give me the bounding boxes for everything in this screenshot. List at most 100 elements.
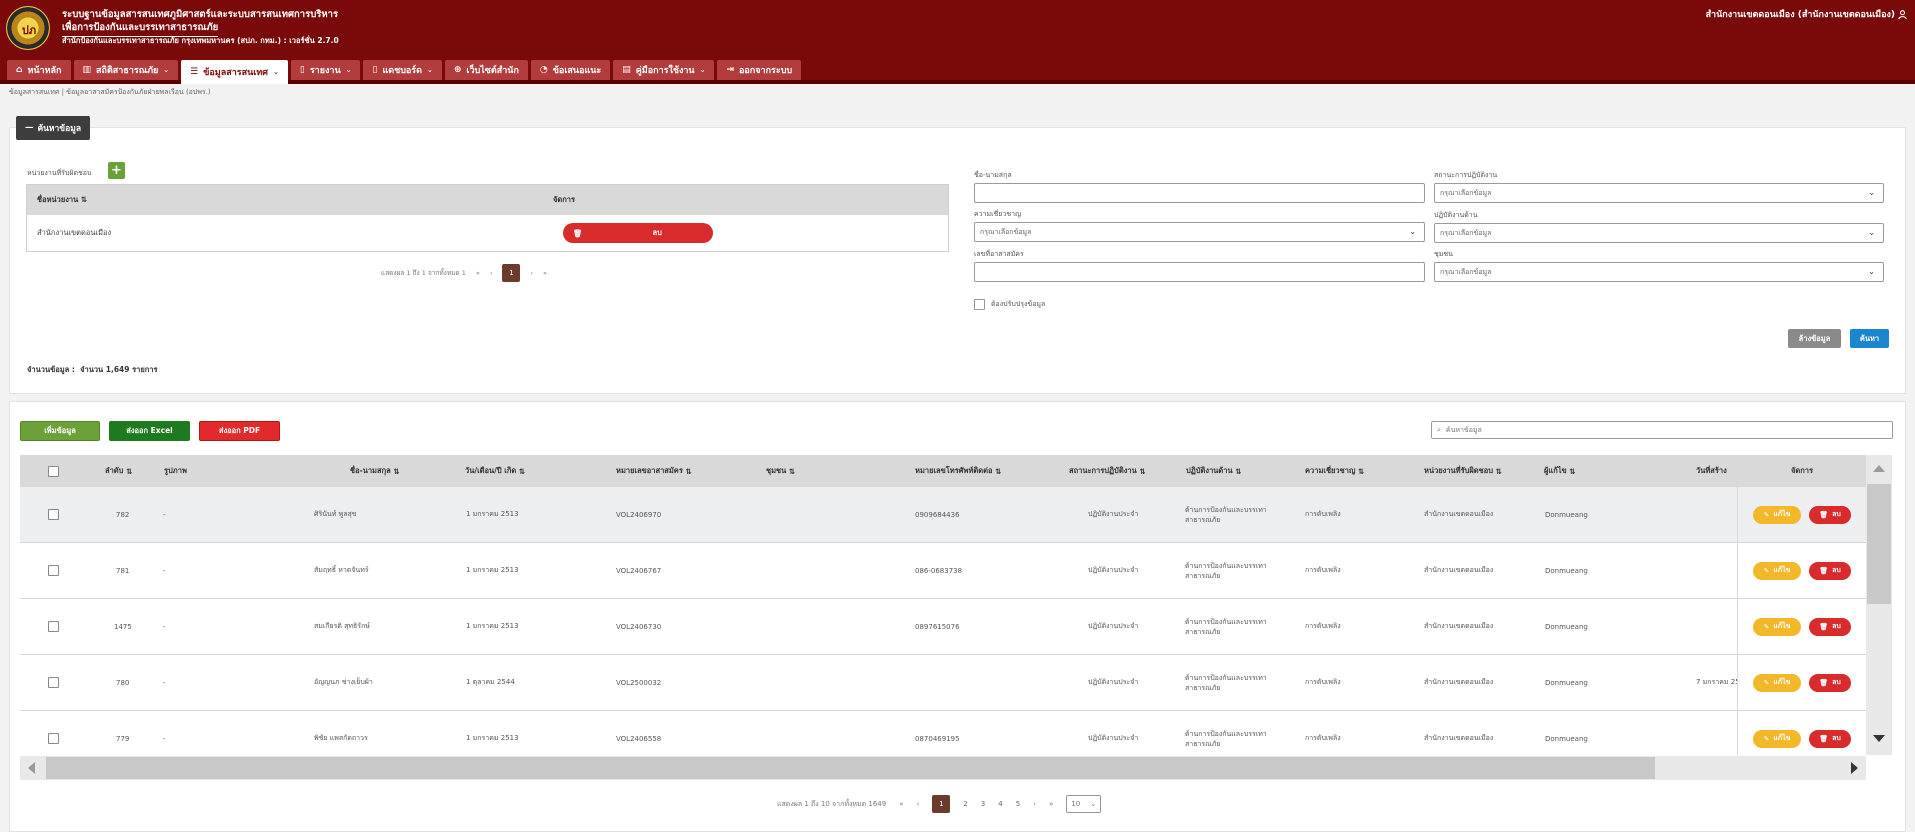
chevron-down-icon: ⌄ xyxy=(699,66,706,74)
sort-icon: ⇅ xyxy=(1495,466,1502,476)
table-search-input[interactable]: ⌕ ค้นหาข้อมูล xyxy=(1431,421,1893,439)
cell-name: อัญญนภ ช่างเย็บผ้า xyxy=(314,678,373,686)
horizontal-scroll-thumb[interactable] xyxy=(46,757,1655,779)
cell-dob: 1 มกราคม 2513 xyxy=(466,510,519,518)
page-button[interactable]: 1 xyxy=(502,264,521,282)
edit-button[interactable]: ✎ แก้ไข xyxy=(1753,505,1801,524)
next-page-icon[interactable]: › xyxy=(1033,800,1036,808)
scroll-left-icon[interactable] xyxy=(28,762,35,774)
col-header-editor[interactable]: ผู้แก้ไข ⇅ xyxy=(1544,455,1576,487)
prev-page-icon[interactable]: ‹ xyxy=(916,800,919,808)
duty-select[interactable]: กรุณาเลือกข้อมูล ⌄ xyxy=(1434,223,1884,243)
search-panel-toggle[interactable]: — ค้นหาข้อมูล xyxy=(16,116,90,140)
prev-page-icon[interactable]: ‹ xyxy=(490,269,493,277)
nav-feedback[interactable]: ◔ ข้อเสนอแนะ xyxy=(530,60,611,80)
name-input[interactable] xyxy=(974,183,1425,203)
page-button-4[interactable]: 4 xyxy=(998,800,1002,808)
row-checkbox[interactable] xyxy=(48,677,59,688)
col-header-status[interactable]: สถานะการปฏิบัติงาน ⇅ xyxy=(1069,455,1146,487)
trash-icon: 🗑 xyxy=(1819,622,1829,631)
row-checkbox[interactable] xyxy=(48,509,59,520)
edit-button[interactable]: ✎ แก้ไข xyxy=(1753,617,1801,636)
cell-agency: สำนักงานเขตดอนเมือง xyxy=(1424,510,1494,518)
pagination-info: แสดงผล 1 ถึง 1 จากทั้งหมด 1 xyxy=(381,269,466,277)
vertical-scrollbar[interactable] xyxy=(1866,455,1892,755)
record-count: จำนวนข้อมูล : จำนวน 1,649 รายการ xyxy=(27,365,158,374)
edit-button[interactable]: ✎ แก้ไข xyxy=(1753,673,1801,692)
horizontal-scrollbar[interactable] xyxy=(20,756,1866,780)
nav-dashboard[interactable]: ▯ แดชบอร์ด ⌄ xyxy=(363,60,442,80)
needs-update-checkbox[interactable] xyxy=(974,299,985,310)
agency-name-header[interactable]: ชื่อหน่วยงาน ⇅ xyxy=(27,194,553,206)
search-button[interactable]: ค้นหา xyxy=(1850,329,1889,348)
add-record-button[interactable]: เพิ่มข้อมูล xyxy=(20,421,100,441)
delete-button[interactable]: 🗑 ลบ xyxy=(1809,561,1851,580)
user-menu[interactable]: สำนักงานเขตดอนเมือง (สำนักงานเขตดอนเมือง… xyxy=(1706,7,1907,21)
status-select[interactable]: กรุณาเลือกข้อมูล ⌄ xyxy=(1434,183,1884,203)
sort-icon: ⇅ xyxy=(80,195,88,204)
volunteer-table: ลำดับ ⇅ รูปภาพ ชื่อ-นามสกุล ⇅ วัน/เดือน/… xyxy=(20,455,1866,755)
page-button-3[interactable]: 3 xyxy=(981,800,985,808)
edit-button[interactable]: ✎ แก้ไข xyxy=(1753,561,1801,580)
delete-button[interactable]: 🗑 ลบ xyxy=(1809,729,1851,748)
table-row[interactable]: 780 - อัญญนภ ช่างเย็บผ้า 1 ตุลาคม 2544 V… xyxy=(20,655,1866,711)
chevron-down-icon: ⌄ xyxy=(345,66,352,74)
nav-website[interactable]: ⊕ เว็บไซต์สำนัก xyxy=(444,60,528,80)
nav-information[interactable]: ☰ ข้อมูลสารสนเทศ ⌄ xyxy=(181,60,288,84)
nav-home[interactable]: ⌂ หน้าหลัก xyxy=(7,60,71,80)
sort-icon: ⇅ xyxy=(518,466,526,476)
edit-button[interactable]: ✎ แก้ไข xyxy=(1753,729,1801,748)
first-page-icon[interactable]: « xyxy=(476,269,480,277)
col-header-volunteer-no[interactable]: หมายเลขอาสาสมัคร ⇅ xyxy=(616,455,692,487)
delete-button[interactable]: 🗑 ลบ xyxy=(1809,617,1851,636)
delete-button[interactable]: 🗑 ลบ xyxy=(1809,505,1851,524)
community-select[interactable]: กรุณาเลือกข้อมูล ⌄ xyxy=(1434,262,1884,282)
clear-button[interactable]: ล้างข้อมูล xyxy=(1788,329,1841,348)
last-page-icon[interactable]: » xyxy=(1049,800,1053,808)
table-row[interactable]: 1475 - สมเกียรติ สุทธิรักษ์ 1 มกราคม 251… xyxy=(20,599,1866,655)
col-header-name[interactable]: ชื่อ-นามสกุล ⇅ xyxy=(350,455,400,487)
remove-agency-button[interactable]: 🗑 ลบ xyxy=(563,223,713,243)
col-header-duty[interactable]: ปฏิบัติงานด้าน ⇅ xyxy=(1186,455,1242,487)
table-row[interactable]: 782 - ศิรินันท์ พูลสุข 1 มกราคม 2513 VOL… xyxy=(20,487,1866,543)
row-checkbox[interactable] xyxy=(48,621,59,632)
page-button-2[interactable]: 2 xyxy=(963,800,967,808)
col-header-no[interactable]: ลำดับ ⇅ xyxy=(105,455,132,487)
scroll-up-icon[interactable] xyxy=(1873,465,1885,472)
export-pdf-button[interactable]: ส่งออก PDF xyxy=(199,421,280,441)
row-checkbox[interactable] xyxy=(48,565,59,576)
first-page-icon[interactable]: « xyxy=(899,800,903,808)
scroll-down-icon[interactable] xyxy=(1873,735,1885,742)
needs-update-label: ต้องปรับปรุงข้อมูล xyxy=(991,300,1046,308)
page-button-1[interactable]: 1 xyxy=(932,795,951,813)
nav-disaster-stats[interactable]: ▥ สถิติสาธารณภัย ⌄ xyxy=(73,60,179,80)
last-page-icon[interactable]: » xyxy=(543,269,547,277)
export-excel-button[interactable]: ส่งออก Excel xyxy=(109,421,190,441)
select-all-checkbox[interactable] xyxy=(48,465,59,477)
cell-expertise: การดับเพลิง xyxy=(1305,510,1341,518)
nav-logout[interactable]: ⇥ ออกจากระบบ xyxy=(717,60,802,80)
next-page-icon[interactable]: › xyxy=(530,269,533,277)
table-row[interactable]: 781 - สัมฤทธิ์ หาดจันทร์ 1 มกราคม 2513 V… xyxy=(20,543,1866,599)
volunteer-no-input[interactable] xyxy=(974,262,1425,282)
page-button-5[interactable]: 5 xyxy=(1016,800,1020,808)
file-icon: ▯ xyxy=(372,65,378,75)
scroll-right-icon[interactable] xyxy=(1851,762,1858,774)
expertise-select[interactable]: กรุณาเลือกข้อมูล ⌄ xyxy=(974,222,1425,242)
col-header-agency[interactable]: หน่วยงานที่รับผิดชอบ ⇅ xyxy=(1424,455,1502,487)
table-row[interactable]: 779 - พิชัย แพสกัดถาวร 1 มกราคม 2513 VOL… xyxy=(20,711,1866,755)
chevron-down-icon: ⌄ xyxy=(427,66,433,74)
col-header-created[interactable]: วันที่สร้าง xyxy=(1696,455,1727,487)
vertical-scroll-thumb[interactable] xyxy=(1867,484,1891,604)
row-checkbox[interactable] xyxy=(48,733,59,744)
nav-manual[interactable]: ▤ คู่มือการใช้งาน ⌄ xyxy=(613,60,715,80)
col-header-dob[interactable]: วัน/เดือน/ปี เกิด ⇅ xyxy=(465,455,525,487)
col-header-community[interactable]: ชุมชน ⇅ xyxy=(766,455,795,487)
add-agency-button[interactable]: + xyxy=(108,162,125,179)
page-size-select[interactable]: 10 ⌄ xyxy=(1066,795,1102,813)
col-header-expertise[interactable]: ความเชี่ยวชาญ ⇅ xyxy=(1305,455,1364,487)
col-header-phone[interactable]: หมายเลขโทรศัพท์ติดต่อ ⇅ xyxy=(915,455,1001,487)
delete-button[interactable]: 🗑 ลบ xyxy=(1809,673,1851,692)
nav-reports[interactable]: ▯ รายงาน ⌄ xyxy=(290,60,361,80)
cell-no: 1475 xyxy=(114,622,132,631)
